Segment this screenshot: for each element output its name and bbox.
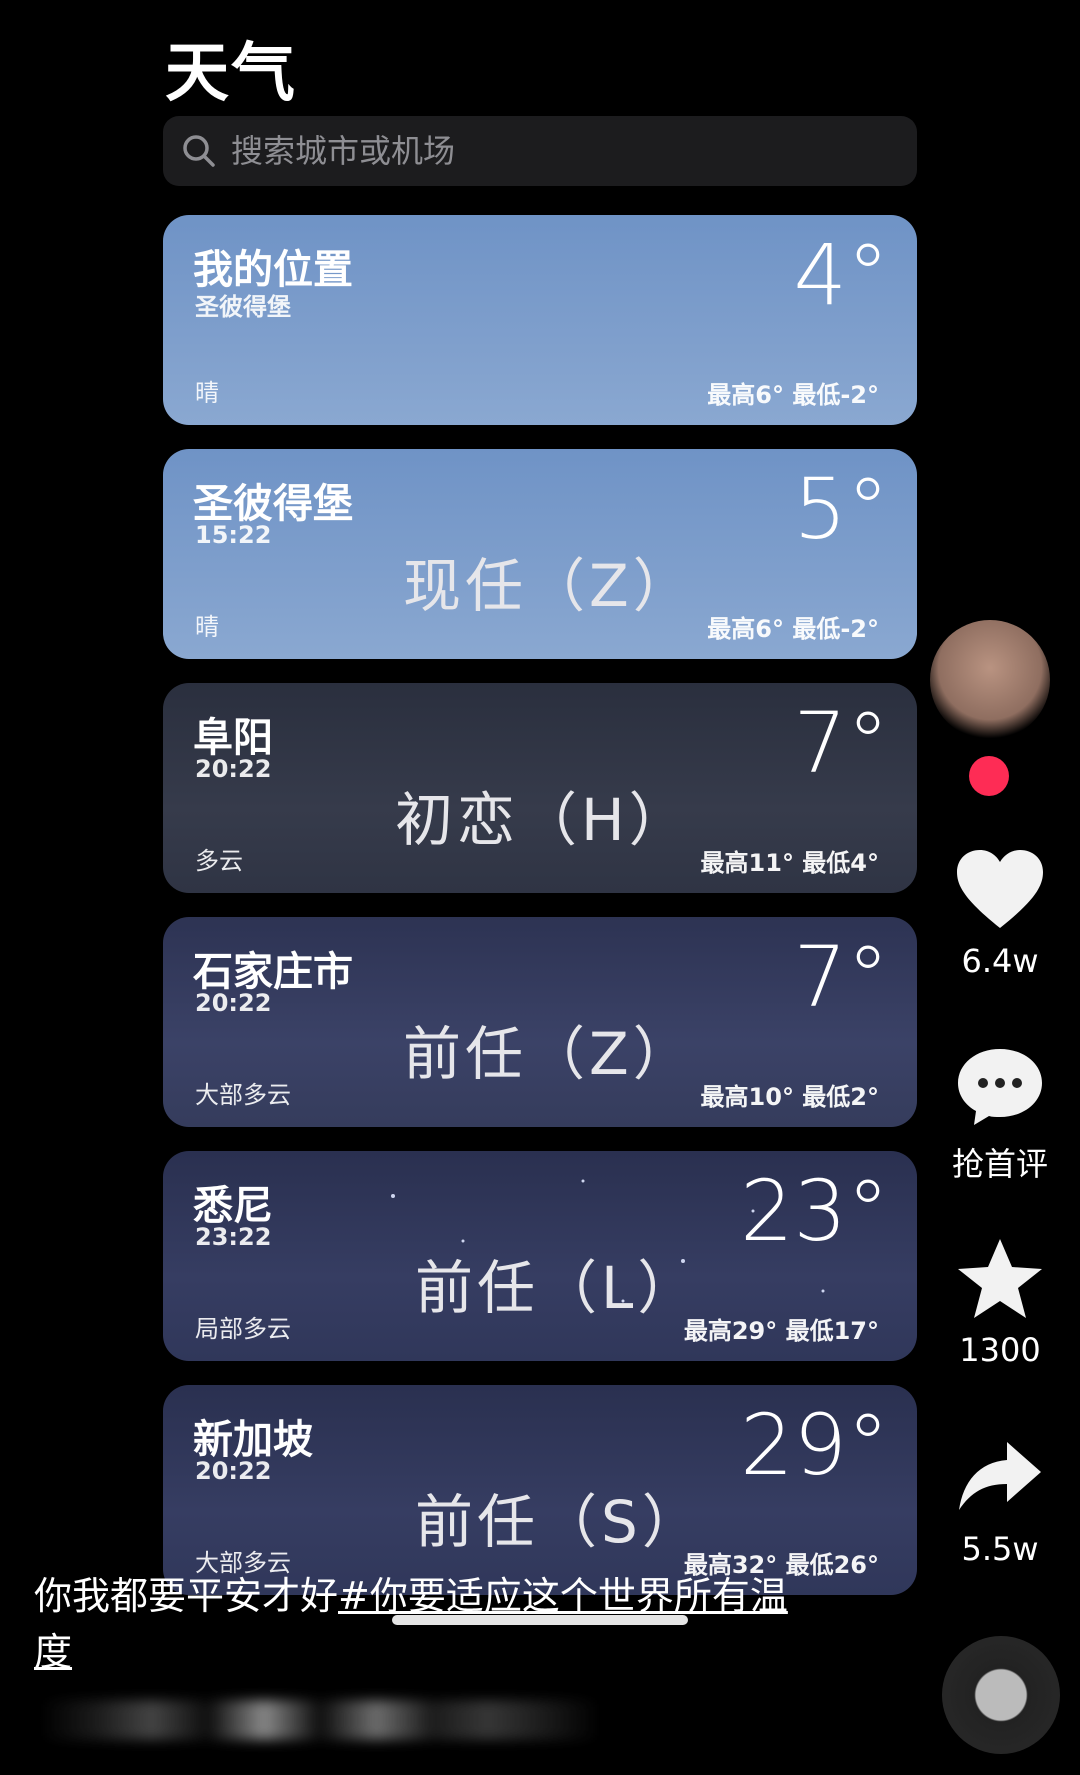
progress-handle[interactable] <box>392 1615 688 1625</box>
current-temperature: 5° <box>793 460 889 558</box>
current-temperature: 7° <box>793 928 889 1026</box>
weather-card-st-petersburg[interactable]: 圣彼得堡 15:22 现任（Z） 5° 晴 最高6° 最低-2° <box>163 449 917 659</box>
search-icon <box>183 135 215 167</box>
like-button[interactable]: 6.4w <box>950 848 1050 980</box>
search-bar[interactable] <box>163 116 917 186</box>
overlay-caption: 前任（S） <box>415 1488 704 1556</box>
weather-condition: 大部多云 <box>195 1081 291 1109</box>
local-time: 15:22 <box>195 521 272 549</box>
overlay-caption: 初恋（H） <box>395 786 691 854</box>
share-button[interactable]: 5.5w <box>950 1436 1050 1568</box>
caption-text: 你我都要平安才好 <box>34 1574 339 1618</box>
comment-button[interactable]: 抢首评 <box>950 1045 1050 1185</box>
favorite-count: 1300 <box>959 1331 1041 1369</box>
music-info-blurred <box>40 1700 600 1740</box>
like-count: 6.4w <box>961 942 1039 980</box>
current-temperature: 7° <box>793 694 889 792</box>
weather-card-shijiazhuang[interactable]: 石家庄市 20:22 前任（Z） 7° 大部多云 最高10° 最低2° <box>163 917 917 1127</box>
share-count: 5.5w <box>961 1530 1039 1568</box>
search-input[interactable] <box>229 131 873 171</box>
follow-button[interactable] <box>969 756 1009 796</box>
overlay-caption: 前任（L） <box>415 1254 700 1322</box>
overlay-caption: 现任（Z） <box>403 552 695 620</box>
high-low-temperature: 最高6° 最低-2° <box>707 615 879 643</box>
high-low-temperature: 最高10° 最低2° <box>700 1083 879 1111</box>
current-temperature: 23° <box>740 1162 889 1260</box>
app-title: 天气 <box>165 37 297 111</box>
star-icon <box>958 1239 1042 1318</box>
local-time: 23:22 <box>195 1223 272 1251</box>
creator-avatar[interactable] <box>930 620 1050 740</box>
weather-card-singapore[interactable]: 新加坡 20:22 前任（S） 29° 大部多云 最高32° 最低26° <box>163 1385 917 1595</box>
weather-condition: 多云 <box>195 847 243 875</box>
local-time: 20:22 <box>195 989 272 1017</box>
weather-card-my-location[interactable]: 我的位置 圣彼得堡 4° 晴 最高6° 最低-2° <box>163 215 917 425</box>
current-temperature: 4° <box>793 226 889 324</box>
local-time: 20:22 <box>195 755 272 783</box>
weather-condition: 晴 <box>195 613 219 641</box>
favorite-button[interactable]: 1300 <box>950 1237 1050 1369</box>
music-disc[interactable] <box>942 1636 1060 1754</box>
high-low-temperature: 最高6° 最低-2° <box>707 381 879 409</box>
comment-label: 抢首评 <box>951 1145 1048 1183</box>
local-time: 20:22 <box>195 1457 272 1485</box>
share-arrow-icon <box>959 1442 1041 1510</box>
comment-icon <box>958 1049 1042 1125</box>
weather-condition: 晴 <box>195 379 219 407</box>
high-low-temperature: 最高29° 最低17° <box>683 1317 879 1345</box>
heart-icon <box>957 850 1043 928</box>
current-temperature: 29° <box>740 1396 889 1494</box>
high-low-temperature: 最高11° 最低4° <box>700 849 879 877</box>
weather-card-fuyang[interactable]: 阜阳 20:22 初恋（H） 7° 多云 最高11° 最低4° <box>163 683 917 893</box>
city-subtitle: 圣彼得堡 <box>195 293 291 321</box>
weather-condition: 局部多云 <box>195 1315 291 1343</box>
weather-card-sydney[interactable]: 悉尼 23:22 前任（L） 23° 局部多云 最高29° 最低17° <box>163 1151 917 1361</box>
overlay-caption: 前任（Z） <box>403 1020 695 1088</box>
